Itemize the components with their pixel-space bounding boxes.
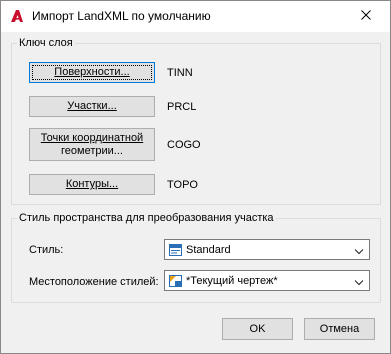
contours-code: TOPO [167,179,198,191]
style-location-label: Местоположение стилей: [29,276,159,288]
parcels-code: PRCL [167,101,197,113]
style-location-select[interactable]: *Текущий чертеж* [164,270,370,291]
drawing-icon [169,275,182,287]
parcel-style-group-title: Стиль пространства для преобразования уч… [17,212,276,224]
window-title: Импорт LandXML по умолчанию [32,9,211,23]
close-button[interactable] [344,2,388,31]
ok-button[interactable]: OK [222,318,293,340]
title-bar: Импорт LandXML по умолчанию [1,1,390,32]
chevron-down-icon [354,277,364,286]
ok-button-label: OK [249,323,266,335]
import-landxml-dialog: Импорт LandXML по умолчанию Ключ слоя По… [0,0,391,354]
chevron-down-icon [354,246,364,255]
cogo-points-button[interactable]: Точки координатной геометрии... [29,128,155,161]
cancel-button-label: Отмена [319,323,360,335]
autocad-logo-icon [10,9,24,23]
cogo-code: COGO [167,139,201,151]
style-select[interactable]: Standard [164,239,370,260]
cogo-points-button-label-line1: Точки координатной [40,131,144,144]
style-select-value: Standard [186,244,231,256]
contours-button[interactable]: Контуры... [29,174,155,195]
layer-key-group-title: Ключ слоя [17,37,75,49]
contours-button-label: Контуры... [65,178,119,190]
surfaces-code: TINN [167,67,193,79]
style-location-select-value: *Текущий чертеж* [186,275,278,287]
parcels-button[interactable]: Участки... [29,96,155,117]
cancel-button[interactable]: Отмена [304,318,375,340]
surfaces-button-label: Поверхности... [54,66,130,78]
style-label: Стиль: [29,244,64,256]
close-icon [361,10,371,23]
cogo-points-button-label-line2: геометрии... [61,144,123,157]
style-icon [169,244,182,256]
parcels-button-label: Участки... [67,100,117,112]
surfaces-button[interactable]: Поверхности... [29,62,155,83]
